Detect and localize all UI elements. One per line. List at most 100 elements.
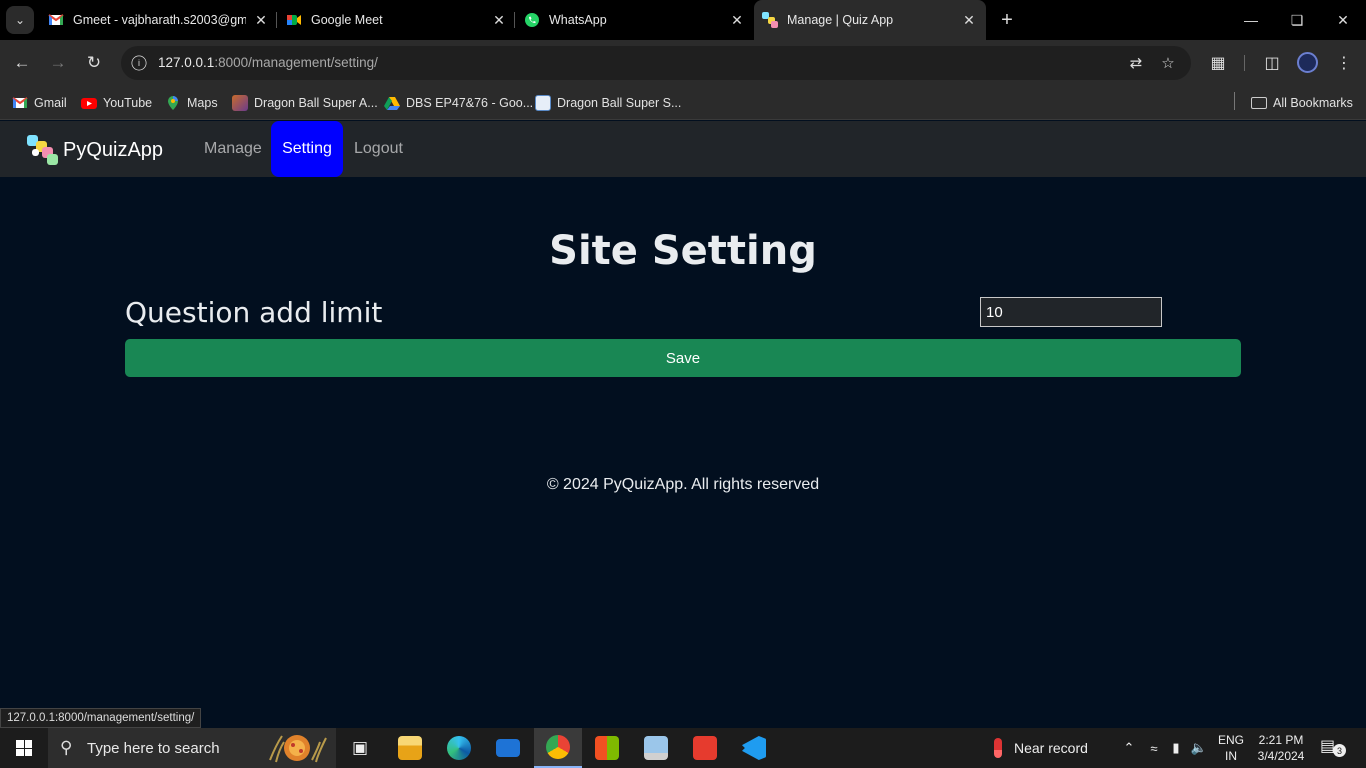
taskbar-store[interactable] [583, 728, 631, 768]
translate-icon[interactable]: ⇄ [1126, 53, 1146, 73]
bookmark-dragon-ball-a[interactable]: Dragon Ball Super A... [232, 93, 378, 113]
save-button[interactable]: Save [125, 339, 1241, 377]
close-icon[interactable]: ✕ [252, 11, 270, 29]
bookmark-gmail[interactable]: Gmail [12, 93, 67, 113]
close-window-button[interactable]: ✕ [1320, 0, 1366, 40]
brand[interactable]: PyQuizApp [27, 134, 163, 166]
tab-gmail[interactable]: Gmeet - vajbharath.s2003@gma ✕ [48, 0, 270, 40]
reload-button[interactable]: ↻ [79, 48, 109, 78]
folder-icon [398, 736, 422, 760]
browser-tab-strip: ⌄ Gmeet - vajbharath.s2003@gma ✕ Google … [0, 0, 1366, 40]
folder-icon [1251, 97, 1267, 109]
nav-setting[interactable]: Setting [271, 121, 343, 177]
side-panel-icon: ◫ [1264, 55, 1280, 72]
profile-avatar[interactable] [1297, 52, 1318, 73]
bookmark-dragon-ball-s[interactable]: Dragon Ball Super S... [535, 93, 681, 113]
bookmark-maps[interactable]: Maps [165, 93, 218, 113]
task-view-icon: ▣ [351, 738, 369, 757]
minimize-button[interactable]: — [1228, 0, 1274, 40]
address-bar[interactable]: i 127.0.0.1:8000/management/setting/ ⇄ ☆ [121, 46, 1191, 80]
show-hidden-icons[interactable]: ⌃ [1118, 728, 1140, 768]
tab-whatsapp[interactable]: WhatsApp ✕ [524, 0, 746, 40]
toolbar-divider [1244, 55, 1245, 71]
brand-name: PyQuizApp [63, 138, 164, 161]
all-bookmarks[interactable]: All Bookmarks [1251, 93, 1353, 113]
nav-manage[interactable]: Manage [204, 121, 262, 177]
bookmark-label: DBS EP47&76 - Goo... [406, 96, 534, 110]
tab-google-meet[interactable]: Google Meet ✕ [286, 0, 508, 40]
new-tab-button[interactable]: + [996, 9, 1018, 31]
back-button[interactable]: ← [7, 48, 37, 78]
bookmarks-bar: Gmail YouTube Maps Dragon Ball Super A..… [0, 86, 1366, 120]
quizapp-icon [762, 12, 778, 28]
youtube-icon [81, 98, 97, 109]
taskbar-vscode[interactable] [730, 728, 778, 768]
search-highlight-icon [269, 735, 327, 763]
tab-search-button[interactable]: ⌄ [6, 6, 34, 34]
nav-logout[interactable]: Logout [354, 121, 403, 177]
tab-divider [276, 12, 277, 28]
restore-icon: ❏ [1290, 11, 1304, 28]
taskbar-app-laptop[interactable] [632, 728, 680, 768]
arrow-left-icon: ← [13, 53, 31, 72]
url-path: :8000/management/setting/ [214, 55, 378, 70]
language-indicator[interactable]: ENG IN [1216, 732, 1246, 764]
clock-date: 3/4/2024 [1257, 749, 1305, 763]
url-text[interactable]: 127.0.0.1:8000/management/setting/ [158, 55, 378, 70]
question-limit-label: Question add limit [125, 296, 383, 329]
restore-button[interactable]: ❏ [1274, 0, 1320, 40]
close-icon[interactable]: ✕ [728, 11, 746, 29]
url-host: 127.0.0.1 [158, 55, 215, 70]
arrow-right-icon: → [49, 53, 67, 72]
close-icon[interactable]: ✕ [490, 11, 508, 29]
edge-icon [447, 736, 471, 760]
plus-icon: + [1001, 8, 1013, 31]
browser-menu-button[interactable]: ⋮ [1329, 48, 1359, 78]
bookmark-star-icon[interactable]: ☆ [1158, 53, 1178, 73]
store-icon [595, 736, 619, 760]
bookmark-label: Dragon Ball Super S... [557, 96, 682, 110]
question-limit-input[interactable] [980, 297, 1162, 327]
thermometer-icon [994, 738, 1002, 758]
close-icon[interactable]: ✕ [960, 11, 978, 29]
side-panel-button[interactable]: ◫ [1257, 48, 1287, 78]
gmail-icon [12, 97, 28, 108]
tab-quiz-app[interactable]: Manage | Quiz App ✕ [754, 0, 986, 40]
bookmark-label: Maps [187, 96, 218, 110]
forward-button[interactable]: → [43, 48, 73, 78]
bookmarks-divider [1234, 92, 1235, 110]
tab-title: Manage | Quiz App [787, 13, 894, 27]
reload-icon: ↻ [86, 53, 102, 72]
vscode-icon [742, 736, 766, 760]
task-view-button[interactable]: ▣ [336, 728, 384, 768]
battery-icon[interactable]: ▮ [1166, 728, 1186, 768]
taskbar-chrome[interactable] [534, 728, 582, 768]
network-icon[interactable]: ≈ [1144, 728, 1164, 768]
clock[interactable]: 2:21 PM 3/4/2024 [1254, 732, 1308, 764]
search-icon: ⚲ [60, 738, 73, 757]
windows-logo-icon [16, 740, 32, 756]
weather-text: Near record [1014, 740, 1088, 756]
volume-icon[interactable]: 🔈 [1188, 728, 1210, 768]
extensions-button[interactable]: ▦ [1203, 48, 1233, 78]
page-title: Site Setting [549, 228, 817, 274]
tab-title: WhatsApp [549, 13, 607, 27]
quizapp-logo-icon [27, 134, 59, 166]
start-button[interactable] [0, 728, 48, 768]
taskbar-search[interactable]: ⚲ Type here to search [48, 728, 336, 768]
bookmark-youtube[interactable]: YouTube [81, 93, 152, 113]
windows-taskbar: ⚲ Type here to search ▣ Near record ⌃ ≈ … [0, 728, 1366, 768]
site-info-icon[interactable]: i [131, 55, 147, 71]
weather-widget[interactable]: Near record [994, 728, 1088, 768]
notification-center-button[interactable]: ▤ 3 [1320, 736, 1348, 760]
taskbar-edge[interactable] [435, 728, 483, 768]
site-icon [535, 95, 551, 111]
taskbar-app-red[interactable] [681, 728, 729, 768]
taskbar-file-explorer[interactable] [386, 728, 434, 768]
tab-title: Google Meet [311, 13, 383, 27]
chevron-down-icon: ⌄ [14, 13, 26, 27]
tab-divider [514, 12, 515, 28]
taskbar-mail[interactable] [484, 728, 532, 768]
language-region: IN [1225, 749, 1237, 763]
bookmark-dbs-drive[interactable]: DBS EP47&76 - Goo... [384, 93, 533, 113]
